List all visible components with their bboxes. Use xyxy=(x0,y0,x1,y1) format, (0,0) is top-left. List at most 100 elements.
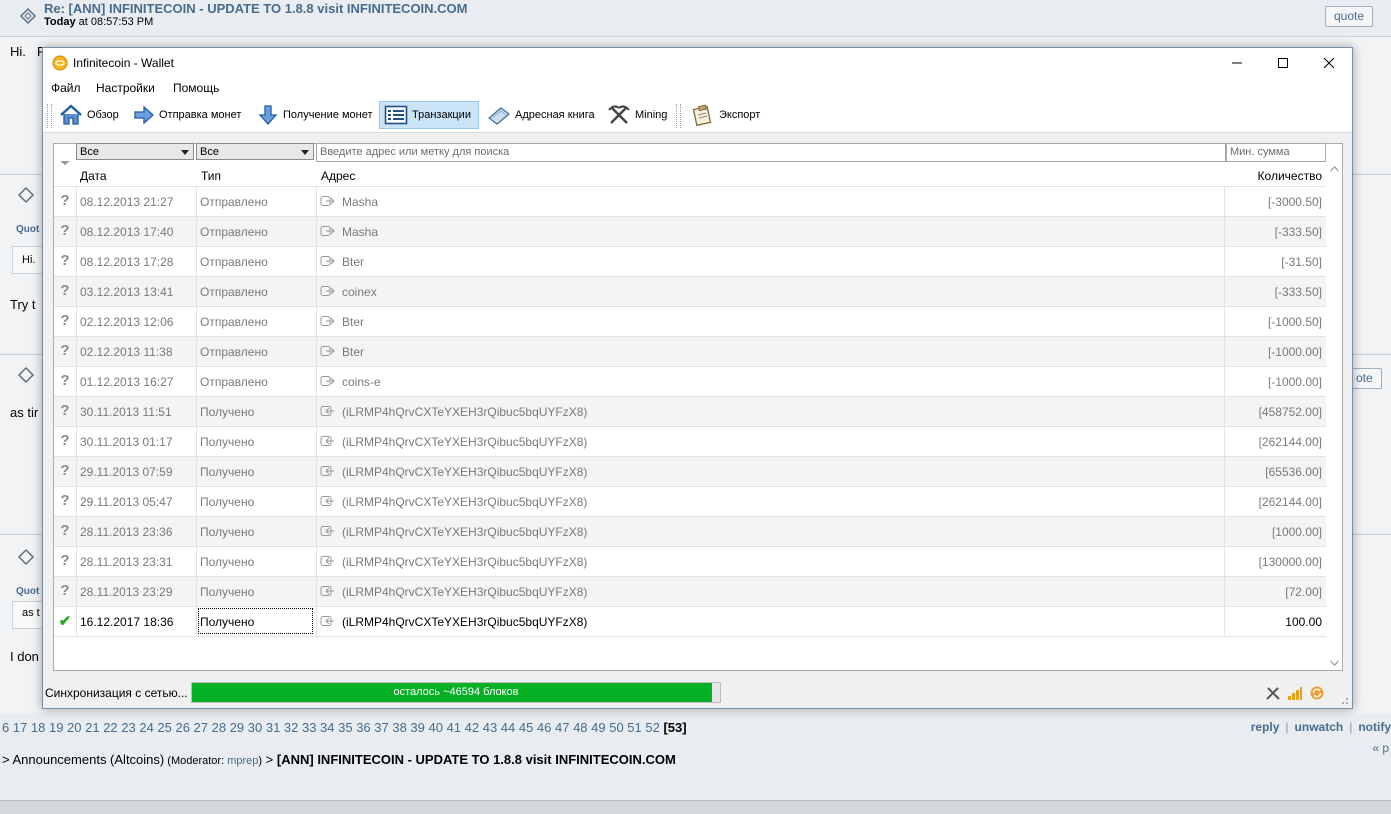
table-row[interactable]: ? 01.12.2013 16:27 Отправлено coins-e [-1000… xyxy=(54,367,1326,397)
column-address[interactable]: Адрес xyxy=(321,169,355,183)
tx-amount: [1000.00] xyxy=(1271,525,1322,539)
close-button[interactable] xyxy=(1306,48,1352,78)
signal-icon[interactable] xyxy=(1287,685,1303,701)
chevron-down-icon[interactable] xyxy=(1330,660,1339,666)
tx-address: (iLRMP4hQrvCXTeYXEH3rQibuc5bqUYFzX8) xyxy=(342,465,588,479)
table-row[interactable]: ? 29.11.2013 07:59 Получено (iLRMP4hQrvCXTe… xyxy=(54,457,1326,487)
board-link[interactable]: > Announcements (Altcoins) xyxy=(2,752,164,767)
column-date[interactable]: Дата xyxy=(80,169,107,183)
address-book-icon xyxy=(487,107,511,125)
table-row[interactable]: ? 28.11.2013 23:31 Получено (iLRMP4hQrvCXTe… xyxy=(54,547,1326,577)
table-row[interactable]: ✔ 16.12.2017 18:36 Получено (iLRMP4hQrvCXTe… xyxy=(54,607,1326,637)
address-search-input[interactable]: Введите адрес или метку для поиска xyxy=(316,143,1226,162)
quote-text: Hi. xyxy=(22,254,36,266)
tx-type: Отправлено xyxy=(200,345,268,359)
confirmed-check-icon: ✔ xyxy=(58,613,72,630)
vertical-scrollbar[interactable] xyxy=(1327,164,1342,668)
resize-grip-icon[interactable] xyxy=(1339,695,1349,705)
unconfirmed-question-icon: ? xyxy=(60,552,70,569)
tx-type: Отправлено xyxy=(200,225,268,239)
pagination[interactable]: 6 17 18 19 20 21 22 23 24 25 26 27 28 29… xyxy=(2,720,687,735)
table-row[interactable]: ? 08.12.2013 17:28 Отправлено Bter [-31.50] xyxy=(54,247,1326,277)
column-amount[interactable]: Количество xyxy=(1258,169,1322,183)
incoming-icon xyxy=(320,436,334,446)
outgoing-icon xyxy=(320,346,335,356)
column-type[interactable]: Тип xyxy=(201,169,221,183)
table-row[interactable]: ? 02.12.2013 11:38 Отправлено Bter [-1000.00… xyxy=(54,337,1326,367)
tx-type: Получено xyxy=(200,465,255,479)
mining-button[interactable]: Mining xyxy=(603,101,671,129)
status-bar: Синхронизация с сетью... осталось ~46594… xyxy=(43,679,1352,708)
maximize-icon xyxy=(1278,58,1288,68)
arrow-down-icon xyxy=(258,105,278,125)
tx-date: 08.12.2013 17:40 xyxy=(80,225,174,239)
transactions-table: Дата Тип Адрес Количество ? 08.12.2013 21… xyxy=(54,161,1326,637)
quote-button[interactable]: quote xyxy=(1325,6,1374,27)
outgoing-icon xyxy=(320,226,335,236)
moderator-link[interactable]: mprep xyxy=(227,755,258,767)
tx-type: Отправлено xyxy=(200,255,268,269)
tx-amount: [-31.50] xyxy=(1281,255,1322,269)
focus-rect xyxy=(198,608,313,634)
maximize-button[interactable] xyxy=(1260,48,1306,78)
chevron-up-icon[interactable] xyxy=(1330,166,1339,172)
table-row[interactable]: ? 29.11.2013 05:47 Получено (iLRMP4hQrvCXTe… xyxy=(54,487,1326,517)
address-book-button[interactable]: Адресная книга xyxy=(483,101,599,129)
tx-date: 03.12.2013 13:41 xyxy=(80,285,174,299)
table-row[interactable]: ? 03.12.2013 13:41 Отправлено coinex [-333.5… xyxy=(54,277,1326,307)
tx-date: 29.11.2013 05:47 xyxy=(80,495,173,509)
sort-indicator-icon[interactable] xyxy=(60,161,70,165)
post-icon xyxy=(19,7,37,25)
prev-thread-link[interactable]: « p xyxy=(1372,741,1389,755)
table-row[interactable]: ? 28.11.2013 23:36 Получено (iLRMP4hQrvCXTe… xyxy=(54,517,1326,547)
incoming-icon xyxy=(320,616,334,626)
export-button[interactable]: Экспорт xyxy=(687,101,764,129)
table-row[interactable]: ? 02.12.2013 12:06 Отправлено Bter [-1000.50… xyxy=(54,307,1326,337)
unconfirmed-question-icon: ? xyxy=(60,372,70,389)
outgoing-icon xyxy=(320,256,335,266)
incoming-icon xyxy=(320,466,334,476)
receive-coins-button[interactable]: Получение монет xyxy=(253,101,377,129)
send-coins-button[interactable]: Отправка монет xyxy=(129,101,245,129)
reply-link[interactable]: reply xyxy=(1251,720,1280,734)
tx-type: Получено xyxy=(200,405,255,419)
status-icons xyxy=(1265,685,1325,701)
mining-status-icon[interactable] xyxy=(1265,685,1281,701)
minimize-button[interactable] xyxy=(1214,48,1260,78)
menu-settings[interactable]: Настройки xyxy=(96,81,155,95)
unconfirmed-question-icon: ? xyxy=(60,492,70,509)
post-text: I don xyxy=(10,649,39,664)
tx-type: Отправлено xyxy=(200,315,268,329)
tx-date: 28.11.2013 23:29 xyxy=(80,585,173,599)
unconfirmed-question-icon: ? xyxy=(60,282,70,299)
menu-help[interactable]: Помощь xyxy=(173,81,219,95)
unwatch-link[interactable]: unwatch xyxy=(1295,720,1344,734)
menu-file[interactable]: Файл xyxy=(51,81,81,95)
date-filter-combo[interactable]: Все xyxy=(76,143,194,160)
table-row[interactable]: ? 08.12.2013 21:27 Отправлено Masha [-3000.5… xyxy=(54,187,1326,217)
overview-button[interactable]: Обзор xyxy=(55,101,123,129)
unconfirmed-question-icon: ? xyxy=(60,252,70,269)
type-filter-combo[interactable]: Все xyxy=(196,143,314,160)
post-title[interactable]: Re: [ANN] INFINITECOIN - UPDATE TO 1.8.8… xyxy=(44,1,468,16)
table-row[interactable]: ? 08.12.2013 17:40 Отправлено Masha [-333.50… xyxy=(54,217,1326,247)
tx-address: (iLRMP4hQrvCXTeYXEH3rQibuc5bqUYFzX8) xyxy=(342,615,588,629)
tx-address: Bter xyxy=(342,345,365,359)
sync-icon[interactable] xyxy=(1309,685,1325,701)
notify-link[interactable]: notify xyxy=(1358,720,1391,734)
tx-amount: [-1000.00] xyxy=(1267,345,1322,359)
tx-address: coinex xyxy=(342,285,377,299)
toolbar-grip[interactable] xyxy=(676,104,681,128)
post-text: as tir xyxy=(10,405,39,420)
title-bar[interactable]: Infinitecoin - Wallet xyxy=(43,48,1352,78)
tx-amount: [72.00] xyxy=(1285,585,1322,599)
min-amount-input[interactable]: Мин. сумма xyxy=(1226,143,1326,162)
quote-header: Quot xyxy=(16,586,40,597)
table-row[interactable]: ? 30.11.2013 11:51 Получено (iLRMP4hQrvCXTe… xyxy=(54,397,1326,427)
table-row[interactable]: ? 28.11.2013 23:29 Получено (iLRMP4hQrvCXTe… xyxy=(54,577,1326,607)
post-icon xyxy=(17,186,35,204)
toolbar-grip[interactable] xyxy=(47,104,52,128)
transactions-button[interactable]: Транзакции xyxy=(379,101,479,129)
table-row[interactable]: ? 30.11.2013 01:17 Получено (iLRMP4hQrvCXTe… xyxy=(54,427,1326,457)
unconfirmed-question-icon: ? xyxy=(60,432,70,449)
